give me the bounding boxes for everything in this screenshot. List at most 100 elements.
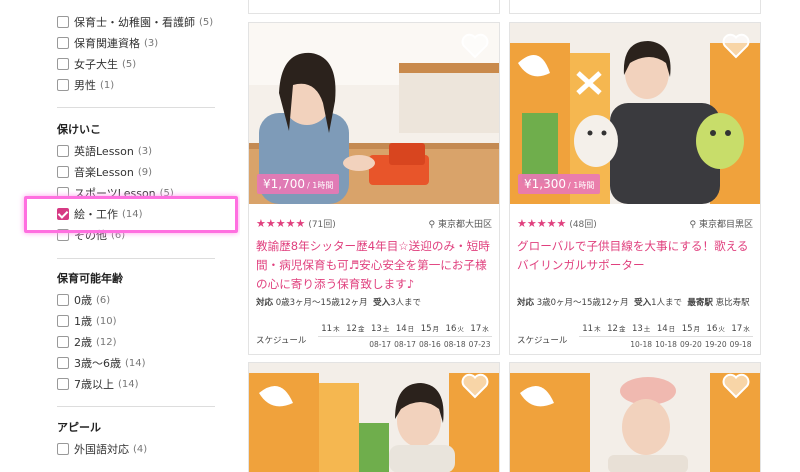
schedule-day: 15月 [678, 321, 704, 337]
schedule-date: 19-20 [704, 340, 727, 349]
card-meta: ★★★★★ (48回) ⚲ 東京都目黒区 [517, 216, 753, 230]
filter-age-3-6[interactable]: 3歳〜6歳 (14) [57, 354, 146, 372]
checkbox[interactable] [57, 336, 69, 348]
filter-age-1[interactable]: 1歳 (10) [57, 312, 117, 330]
filter-label: 3歳〜6歳 [74, 357, 121, 370]
schedule-day: 16火 [703, 321, 729, 337]
filter-label: 男性 [74, 79, 96, 92]
schedule-day: 11木 [318, 321, 343, 337]
sitter-card-prev[interactable] [248, 0, 500, 14]
filter-music-lesson[interactable]: 音楽Lesson (9) [57, 163, 152, 181]
divider [57, 107, 215, 108]
schedule-date: 08-17 [369, 340, 392, 349]
checkbox[interactable] [57, 378, 69, 390]
divider [57, 406, 215, 407]
location-pin-icon: ⚲ [428, 219, 436, 230]
sitter-card-next[interactable] [509, 362, 761, 472]
filter-qualification-hoikushi[interactable]: 保育士・幼稚園・看護師 (5) [57, 13, 213, 31]
sitter-conditions: 対応 3歳0ヶ月〜15歳12ヶ月 受入1人まで 最寄駅 恵比寿駅 [517, 296, 750, 308]
favorite-heart-icon[interactable] [722, 373, 750, 399]
sitter-photo[interactable]: ¥1,300/ 1時間 [510, 23, 760, 204]
checkbox[interactable] [57, 58, 69, 70]
checkbox[interactable] [57, 16, 69, 28]
filter-count: (5) [199, 16, 214, 28]
rating-stars: ★★★★★ [256, 216, 306, 230]
schedule-day: 16火 [442, 321, 468, 337]
station-label: 最寄駅 [687, 298, 713, 308]
checkbox[interactable] [57, 315, 69, 327]
accept-label: 受入 [373, 298, 391, 308]
card-meta: ★★★★★ (71回) ⚲ 東京都大田区 [256, 216, 492, 230]
filter-foreign-language[interactable]: 外国語対応 (4) [57, 440, 147, 458]
price-value: ¥1,300 [524, 177, 566, 191]
target-label: 対応 [517, 298, 535, 308]
sitter-title[interactable]: 教諭歴8年シッター歴4年目☆送迎のみ・短時間・病児保育も可♬安心安全を第一にお子… [256, 237, 492, 294]
schedule-day: 14日 [653, 321, 679, 337]
target-value: 3歳0ヶ月〜15歳12ヶ月 [536, 298, 629, 308]
schedule-day: 13土 [367, 321, 393, 337]
schedule-date: 08-18 [443, 340, 466, 349]
location: ⚲ 東京都目黒区 [690, 217, 753, 230]
checkbox[interactable] [57, 166, 69, 178]
accept-value: 1人まで [651, 298, 683, 308]
schedule: スケジュール 11木 12金 13土 14日 15月 16火 17水 10-18… [517, 321, 753, 354]
price-value: ¥1,700 [263, 177, 305, 191]
filter-count: (14) [125, 357, 146, 369]
section-title-age: 保育可能年齢 [57, 272, 123, 285]
price-badge: ¥1,700/ 1時間 [257, 174, 340, 194]
review-count: (48回) [569, 219, 597, 230]
sitter-card[interactable]: ¥1,300/ 1時間 ★★★★★ (48回) ⚲ 東京都目黒区 グローバルで子… [509, 22, 761, 355]
favorite-heart-icon[interactable] [461, 373, 489, 399]
schedule-date: 09-18 [729, 340, 752, 349]
filter-count: (6) [96, 294, 111, 306]
filter-label: 7歳以上 [74, 378, 114, 391]
schedule-date: 08-16 [418, 340, 441, 349]
sitter-conditions: 対応 0歳3ヶ月〜15歳12ヶ月 受入3人まで [256, 296, 421, 308]
sitter-card-prev[interactable] [509, 0, 761, 14]
schedule-day: 12金 [342, 321, 368, 337]
accept-value: 3人まで [390, 298, 422, 308]
location-text: 東京都大田区 [437, 219, 492, 230]
filter-age-2[interactable]: 2歳 (12) [57, 333, 117, 351]
filter-age-7plus[interactable]: 7歳以上 (14) [57, 375, 139, 393]
sitter-title[interactable]: グローバルで子供目線を大事にする！歌えるバイリンガルサポーター [517, 237, 753, 275]
schedule-date: 07-23 [468, 340, 491, 349]
filter-male[interactable]: 男性 (1) [57, 76, 114, 94]
schedule-date: 09-20 [679, 340, 702, 349]
filter-age-0[interactable]: 0歳 (6) [57, 291, 110, 309]
filter-label: 1歳 [74, 315, 92, 328]
filter-female-student[interactable]: 女子大生 (5) [57, 55, 136, 73]
schedule-day: 12金 [603, 321, 629, 337]
schedule-date: 08-17 [394, 340, 416, 349]
sitter-card[interactable]: ¥1,700/ 1時間 ★★★★★ (71回) ⚲ 東京都大田区 教諭歴8年シッ… [248, 22, 500, 355]
filter-label: 外国語対応 [74, 443, 129, 456]
schedule-date [343, 337, 368, 353]
checkbox[interactable] [57, 145, 69, 157]
checkbox[interactable] [57, 294, 69, 306]
filter-english-lesson[interactable]: 英語Lesson (3) [57, 142, 152, 160]
schedule-date [318, 337, 343, 353]
sitter-photo[interactable]: ¥1,700/ 1時間 [249, 23, 499, 204]
schedule: スケジュール 11木 12金 13土 14日 15月 16火 17水 08-17… [256, 321, 492, 354]
section-title-hoikeiko: 保けいこ [57, 123, 101, 136]
favorite-heart-icon[interactable] [722, 33, 750, 59]
schedule-label: スケジュール [256, 336, 307, 346]
schedule-day: 13土 [628, 321, 654, 337]
divider [57, 258, 215, 259]
favorite-heart-icon[interactable] [461, 33, 489, 59]
location: ⚲ 東京都大田区 [429, 217, 492, 230]
section-title-appeal: アピール [57, 421, 101, 434]
price-badge: ¥1,300/ 1時間 [518, 174, 601, 194]
checkbox[interactable] [57, 37, 69, 49]
filter-qualification-related[interactable]: 保育関連資格 (3) [57, 34, 158, 52]
checkbox[interactable] [57, 357, 69, 369]
schedule-day: 17水 [467, 321, 492, 337]
filter-sidebar: 保育士・幼稚園・看護師 (5) 保育関連資格 (3) 女子大生 (5) 男性 (… [0, 0, 240, 472]
station-value: 恵比寿駅 [715, 298, 750, 308]
checkbox[interactable] [57, 443, 69, 455]
filter-label: 保育関連資格 [74, 37, 140, 50]
sitter-card-next[interactable] [248, 362, 500, 472]
filter-count: (3) [144, 37, 159, 49]
filter-label: 英語Lesson [74, 145, 134, 158]
checkbox[interactable] [57, 79, 69, 91]
